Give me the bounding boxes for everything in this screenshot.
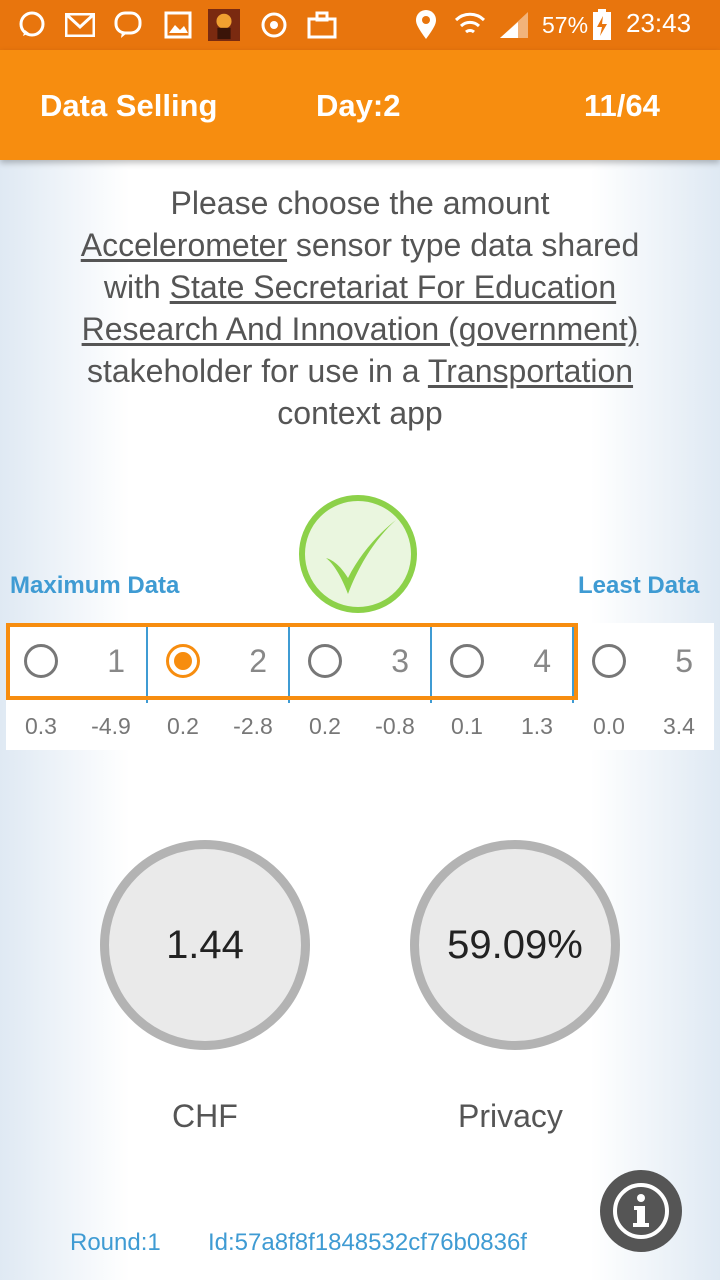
clock: 23:43 bbox=[626, 8, 692, 38]
day-indicator: Day:2 bbox=[316, 88, 401, 123]
radio-button[interactable] bbox=[592, 644, 626, 678]
option-label: 1 bbox=[107, 643, 125, 679]
option-3[interactable]: 3 bbox=[290, 623, 431, 703]
gmail-icon bbox=[64, 10, 96, 40]
signal-icon bbox=[498, 10, 530, 40]
value-cell: -0.8 bbox=[375, 713, 415, 739]
chf-value: 1.44 bbox=[166, 922, 244, 967]
question-part-3: stakeholder for use in a bbox=[86, 353, 420, 389]
viber-icon bbox=[112, 10, 144, 40]
privacy-gauge: 59.09% bbox=[410, 840, 620, 1050]
privacy-label: Privacy bbox=[458, 1098, 563, 1134]
game-icon bbox=[208, 9, 240, 41]
privacy-value: 59.09% bbox=[447, 922, 583, 967]
whatsapp-icon bbox=[16, 10, 48, 40]
question-text: Please choose the amount Accelerometer s… bbox=[60, 182, 660, 434]
value-cell: 0.1 bbox=[451, 713, 483, 739]
value-cell: 0.3 bbox=[25, 713, 57, 739]
chf-label: CHF bbox=[172, 1098, 238, 1134]
option-values-row: 0.3 -4.9 0.2 -2.8 0.2 -0.8 0.1 1.3 0.0 3… bbox=[6, 703, 714, 750]
least-data-label: Least Data bbox=[578, 572, 700, 599]
option-1[interactable]: 1 bbox=[6, 623, 147, 703]
value-cell: -2.8 bbox=[233, 713, 273, 739]
battery-charging-icon bbox=[590, 9, 614, 40]
maximum-data-label: Maximum Data bbox=[10, 572, 180, 599]
battery-level: 57% bbox=[542, 12, 589, 38]
value-cell: -4.9 bbox=[91, 713, 131, 739]
location-icon bbox=[410, 10, 442, 40]
chf-gauge: 1.44 bbox=[100, 840, 310, 1050]
app-bar: Data Selling Day:2 11/64 bbox=[0, 50, 720, 160]
status-bar: 57% 23:43 bbox=[0, 0, 720, 50]
option-4[interactable]: 4 bbox=[432, 623, 573, 703]
option-label: 4 bbox=[533, 643, 551, 679]
confirm-check-button[interactable] bbox=[298, 494, 418, 614]
option-2[interactable]: 2 bbox=[148, 623, 289, 703]
question-progress: 11/64 bbox=[584, 88, 660, 123]
radio-button[interactable] bbox=[24, 644, 58, 678]
info-icon bbox=[613, 1183, 669, 1239]
radio-button[interactable] bbox=[308, 644, 342, 678]
checkmark-icon bbox=[299, 495, 417, 613]
wifi-icon bbox=[454, 10, 486, 40]
stakeholder-name: State Secretariat For Education Research… bbox=[81, 269, 639, 347]
option-5[interactable]: 5 bbox=[574, 623, 715, 703]
round-indicator: Round:1 bbox=[70, 1229, 161, 1256]
value-cell: 0.2 bbox=[309, 713, 341, 739]
value-cell: 3.4 bbox=[663, 713, 695, 739]
sync-icon bbox=[258, 10, 290, 40]
info-button[interactable] bbox=[600, 1170, 682, 1252]
question-part-4: context app bbox=[277, 395, 443, 431]
value-cell: 0.0 bbox=[593, 713, 625, 739]
data-amount-options: 1 2 3 4 5 bbox=[6, 623, 715, 750]
app-title: Data Selling bbox=[40, 88, 218, 123]
radio-button[interactable] bbox=[450, 644, 484, 678]
context-name: Transportation bbox=[427, 353, 634, 389]
radio-button-selected[interactable] bbox=[166, 644, 200, 678]
gallery-icon bbox=[162, 10, 194, 40]
option-label: 5 bbox=[675, 643, 693, 679]
value-cell: 0.2 bbox=[167, 713, 199, 739]
briefcase-icon bbox=[306, 10, 338, 40]
sensor-type: Accelerometer bbox=[80, 227, 288, 263]
question-part-1: Please choose the amount bbox=[170, 185, 550, 221]
option-label: 2 bbox=[249, 643, 267, 679]
value-cell: 1.3 bbox=[521, 713, 553, 739]
session-id: Id:57a8f8f1848532cf76b0836f bbox=[208, 1229, 527, 1256]
option-label: 3 bbox=[391, 643, 409, 679]
